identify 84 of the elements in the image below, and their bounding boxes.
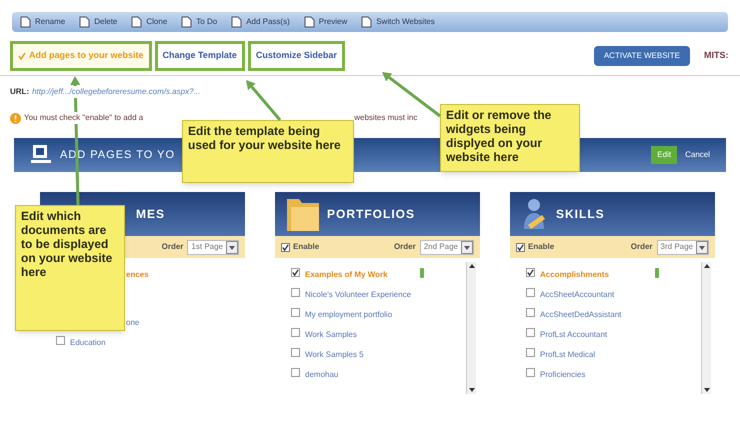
list-item[interactable]: Accomplishments — [540, 268, 650, 282]
toolbar-button[interactable]: Rename — [20, 16, 66, 28]
dropdown-icon — [696, 240, 708, 254]
order-label: Order — [162, 241, 184, 253]
list-item[interactable]: ences — [126, 268, 236, 282]
page-icon — [304, 16, 315, 28]
toolbar-button[interactable]: To Do — [181, 16, 218, 28]
field-label: MITS: — [704, 48, 730, 62]
warning-text: You must check "enable" to add a — [24, 112, 144, 124]
monitor-icon — [30, 144, 52, 166]
checkbox[interactable] — [291, 288, 300, 297]
page-icon — [131, 16, 142, 28]
order-label: Order — [630, 241, 653, 253]
checkbox[interactable] — [526, 308, 535, 317]
drag-handle-icon — [420, 268, 424, 278]
checkbox[interactable] — [291, 328, 300, 337]
warning-text: websites must inc — [354, 112, 418, 124]
list-item[interactable]: Examples of My Work — [305, 268, 415, 282]
list-item[interactable]: one — [126, 316, 236, 330]
checkbox[interactable] — [526, 268, 535, 277]
checkbox[interactable] — [526, 368, 535, 377]
checkbox[interactable] — [56, 336, 65, 345]
drag-handle-icon — [655, 268, 659, 278]
list-item[interactable]: AccSheetAccountant — [540, 288, 650, 302]
panel-title: MES — [136, 206, 166, 223]
check-icon — [18, 52, 26, 60]
list-item[interactable]: ProfLst Accountant — [540, 328, 650, 342]
list-item[interactable]: My employment portfolio — [305, 308, 415, 322]
enable-checkbox[interactable]: Enable — [516, 241, 554, 253]
toolbar-button[interactable]: Switch Websites — [361, 16, 435, 28]
checkbox[interactable] — [291, 348, 300, 357]
checkbox[interactable] — [526, 348, 535, 357]
scroll-down-icon — [704, 388, 710, 392]
list-item[interactable]: Work Samples — [305, 328, 415, 342]
toolbar-button[interactable]: Delete — [79, 16, 118, 28]
order-select[interactable]: 3rd Page — [656, 240, 709, 254]
callout-note: Edit which documents are to be displayed on your website here — [15, 205, 125, 331]
list-item[interactable]: AccSheetDedAssistant — [540, 308, 650, 322]
checkbox[interactable] — [281, 242, 290, 252]
callout-note: Edit the template being used for your website here — [182, 120, 354, 183]
checkbox[interactable] — [291, 308, 300, 317]
scrollbar[interactable] — [701, 262, 711, 394]
tab[interactable]: Change Template — [154, 40, 245, 70]
checkbox[interactable] — [526, 328, 535, 337]
list-item[interactable]: ProfLst Medical — [540, 348, 650, 362]
order-select[interactable]: 2nd Page — [420, 240, 474, 254]
toolbar-button[interactable]: Add Pass(s) — [231, 16, 290, 28]
checkbox[interactable] — [526, 288, 535, 297]
checkbox[interactable] — [291, 268, 300, 277]
cancel-link[interactable]: Cancel — [685, 149, 710, 161]
page-icon — [361, 16, 372, 28]
scroll-down-icon — [468, 388, 474, 392]
activate-website-button[interactable]: ACTIVATE WEBSITE — [594, 46, 690, 66]
toolbar-button[interactable]: Clone — [131, 16, 168, 28]
order-select[interactable]: 1st Page — [187, 240, 239, 254]
page-icon — [231, 16, 242, 28]
list-item[interactable]: Work Samples 5 — [305, 348, 415, 362]
callout-arrow — [246, 80, 282, 121]
edit-button[interactable]: Edit — [651, 146, 678, 164]
url-label: URL: — [10, 86, 30, 98]
list-item[interactable]: Education — [70, 336, 180, 350]
page-icon — [20, 16, 31, 28]
scroll-up-icon — [468, 264, 474, 268]
list-item[interactable]: Nicole's Volunteer Experience — [305, 288, 415, 302]
url-link[interactable]: http://jeff.../collegebeforeresume.com/s.aspx?... — [32, 86, 200, 98]
dropdown-icon — [226, 240, 238, 254]
list-item[interactable]: Proficiencies — [540, 368, 650, 382]
page-icon — [181, 16, 192, 28]
list-item[interactable]: demohau — [305, 368, 415, 382]
checkbox[interactable] — [291, 368, 300, 377]
panel-title: PORTFOLIOS — [327, 206, 415, 223]
tab[interactable]: Customize Sidebar — [248, 40, 345, 70]
toolbar-button[interactable]: Preview — [304, 16, 348, 28]
panel-title: SKILLS — [556, 206, 605, 223]
callout-note: Edit or remove the widgets being displyed on your website here — [440, 104, 580, 172]
scroll-up-icon — [704, 264, 710, 268]
enable-checkbox[interactable]: Enable — [281, 241, 320, 253]
section-title: ADD PAGES TO YO — [60, 148, 176, 163]
checkbox[interactable] — [516, 242, 525, 252]
dropdown-icon — [461, 240, 473, 254]
warning-icon — [10, 112, 21, 124]
scrollbar[interactable] — [466, 262, 476, 394]
order-label: Order — [394, 241, 416, 253]
page-icon — [79, 16, 90, 28]
